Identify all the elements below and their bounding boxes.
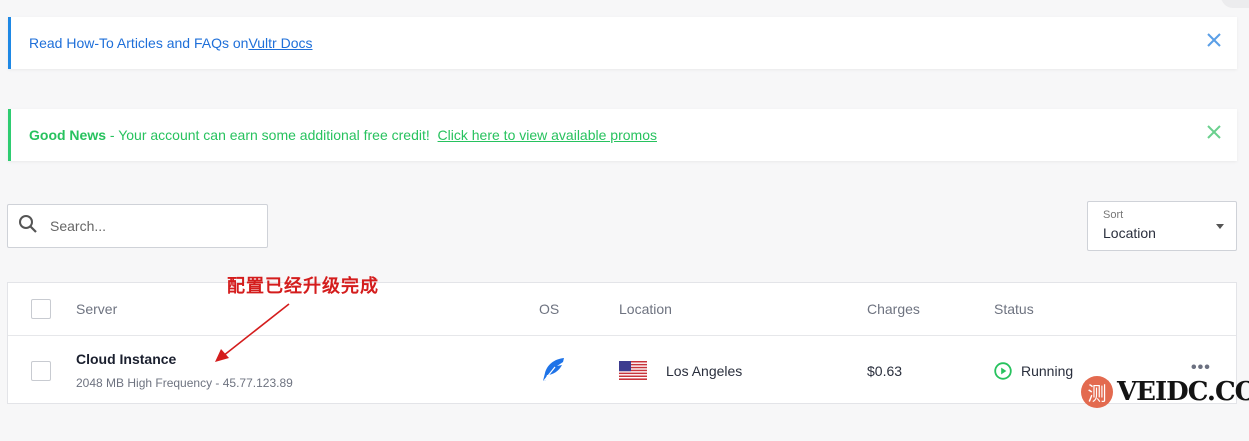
annotation-text: 配置已经升级完成 [227,276,379,297]
feather-icon [538,355,568,385]
col-status: Status [994,301,1034,317]
col-charges: Charges [867,301,920,317]
play-circle-icon [994,362,1012,380]
sort-select[interactable]: Sort Location [1087,201,1237,251]
search-box[interactable] [7,204,268,248]
close-icon[interactable] [1205,31,1223,49]
select-all-checkbox[interactable] [31,299,51,319]
watermark-text: VEIDC.COM [1117,377,1249,407]
col-os: OS [539,301,560,317]
promo-text: - Your account can earn some additional … [106,127,438,143]
server-details: 2048 MB High Frequency - 45.77.123.89 [76,376,293,390]
table-header: Server OS Location Charges Status [8,283,1236,336]
sort-label: Sort [1103,209,1124,221]
chevron-down-icon [1216,224,1224,229]
status-value: Running [1021,363,1074,379]
table-row[interactable]: Cloud Instance 2048 MB High Frequency - … [8,337,1236,404]
row-checkbox[interactable] [31,361,51,381]
watermark-badge: 测 [1081,376,1113,408]
us-flag-icon [619,361,647,380]
promo-notice: Good News - Your account can earn some a… [8,109,1237,161]
sort-value: Location [1103,225,1156,241]
scroll-corner [1221,0,1249,8]
close-icon[interactable] [1205,123,1223,141]
server-name[interactable]: Cloud Instance [76,351,176,367]
docs-notice: Read How-To Articles and FAQs on Vultr D… [8,17,1237,69]
charges-value: $0.63 [867,363,903,379]
search-icon [18,214,38,239]
server-table: Server OS Location Charges Status Cloud … [7,282,1237,404]
col-server: Server [76,301,118,317]
promos-link[interactable]: Click here to view available promos [438,127,657,143]
more-options-icon[interactable]: ••• [1191,359,1211,377]
search-input[interactable] [50,218,240,234]
docs-notice-text: Read How-To Articles and FAQs on [29,35,249,51]
promo-headline: Good News [29,127,107,143]
vultr-docs-link[interactable]: Vultr Docs [248,35,312,51]
site-watermark: 测 VEIDC.COM [1081,376,1249,408]
annotation-arrow [215,303,290,362]
col-location: Location [619,301,672,317]
location-value: Los Angeles [666,363,743,379]
